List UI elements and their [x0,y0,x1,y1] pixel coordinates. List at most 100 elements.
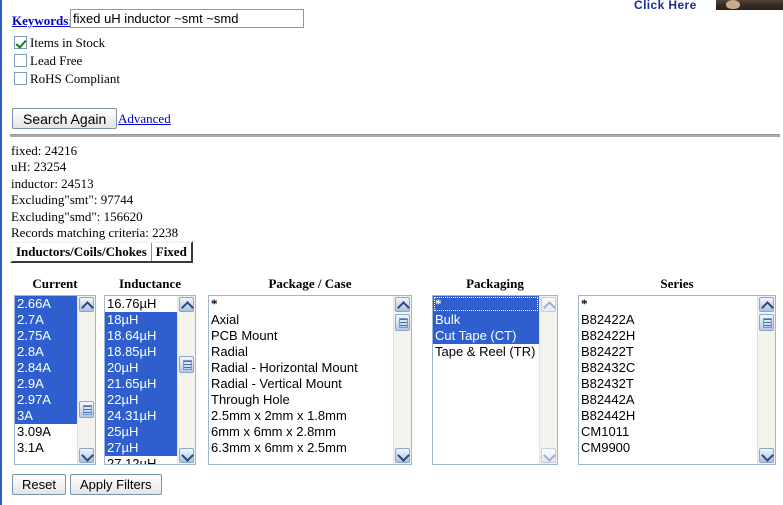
facet-header-package-case: Package / Case [268,276,352,291]
list-item[interactable]: * [209,296,393,312]
list-item[interactable]: Tape & Reel (TR) [433,344,539,360]
list-item[interactable]: 2.5mm x 2mm x 1.8mm [209,408,393,424]
list-item[interactable]: Radial - Horizontal Mount [209,360,393,376]
banner-ad[interactable]: Click Here [612,0,783,10]
list-item[interactable]: 6mm x 6mm x 2.8mm [209,424,393,440]
breadcrumb: Inductors/Coils/Chokes Fixed [10,241,193,263]
list-item[interactable]: Cut Tape (CT) [433,328,539,344]
list-item[interactable]: PCB Mount [209,328,393,344]
list-item[interactable]: Through Hole [209,392,393,408]
scroll-down-icon[interactable] [179,448,194,463]
scrollbar-inductance[interactable] [177,296,195,464]
stat-line: inductor: 24513 [11,175,94,191]
list-item[interactable]: 3.09A [15,424,77,440]
stat-line: fixed: 24216 [11,143,78,158]
facet-header-series: Series [660,276,694,291]
scrollbar-thumb[interactable] [395,314,410,331]
scroll-up-icon[interactable] [541,297,556,312]
advanced-link[interactable]: Advanced [118,111,171,127]
list-item[interactable]: B82442A [579,392,757,408]
banner-ad-text: Click Here [634,0,697,10]
facet-options-package-case[interactable]: * Axial PCB Mount Radial Radial - Horizo… [209,296,393,464]
list-item[interactable]: 20µH [105,360,177,376]
scroll-down-icon[interactable] [759,448,774,463]
scroll-up-icon[interactable] [759,297,774,312]
facet-options-current[interactable]: 2.66A 2.7A 2.75A 2.8A 2.84A 2.9A 2.97A 3… [15,296,77,464]
list-item[interactable]: Radial - Vertical Mount [209,376,393,392]
scrollbar-package-case[interactable] [393,296,411,464]
list-item[interactable]: B82422T [579,344,757,360]
scroll-up-icon[interactable] [179,297,194,312]
scrollbar-thumb[interactable] [79,401,94,418]
checkbox-icon[interactable] [14,36,27,49]
list-item[interactable]: 2.8A [15,344,77,360]
list-item[interactable]: B82432C [579,360,757,376]
checkbox-icon[interactable] [14,54,27,67]
scroll-down-icon[interactable] [541,448,556,463]
option-rohs-compliant[interactable]: RoHS Compliant [14,71,120,87]
facet-options-packaging[interactable]: * Bulk Cut Tape (CT) Tape & Reel (TR) [433,296,539,464]
list-item[interactable]: CM1011 [579,424,757,440]
banner-ad-inner: Click Here [612,0,783,10]
search-input[interactable] [70,9,304,28]
facet-listbox-inductance[interactable]: 16.76µH 18µH 18.64µH 18.85µH 20µH 21.65µ… [104,295,196,465]
scroll-up-icon[interactable] [395,297,410,312]
list-item[interactable]: * [433,296,539,312]
scrollbar-thumb[interactable] [179,356,194,373]
section-divider [10,134,780,137]
option-lead-free[interactable]: Lead Free [14,53,82,69]
facet-options-inductance[interactable]: 16.76µH 18µH 18.64µH 18.85µH 20µH 21.65µ… [105,296,177,464]
scrollbar-series[interactable] [757,296,775,464]
list-item[interactable]: Axial [209,312,393,328]
scrollbar-thumb[interactable] [759,314,774,331]
facet-listbox-series[interactable]: * B82422A B82422H B82422T B82432C B82432… [578,295,776,465]
list-item[interactable]: 3.1A [15,440,77,456]
scroll-down-icon[interactable] [79,448,94,463]
breadcrumb-item-category[interactable]: Inductors/Coils/Chokes [12,243,152,261]
facet-header-packaging: Packaging [466,276,524,291]
list-item[interactable]: 6.3mm x 6mm x 2.5mm [209,440,393,456]
facet-listbox-packaging[interactable]: * Bulk Cut Tape (CT) Tape & Reel (TR) [432,295,558,465]
list-item[interactable]: 2.75A [15,328,77,344]
facet-listbox-package-case[interactable]: * Axial PCB Mount Radial Radial - Horizo… [208,295,412,465]
list-item[interactable]: 27.12µH [105,456,177,464]
list-item[interactable]: 18.85µH [105,344,177,360]
list-item[interactable]: 18.64µH [105,328,177,344]
stat-line: uH: 23254 [11,159,67,175]
list-item[interactable]: Radial [209,344,393,360]
list-item[interactable]: 3A [15,408,77,424]
list-item[interactable]: 2.9A [15,376,77,392]
list-item[interactable]: 27µH [105,440,177,456]
reset-button[interactable]: Reset [12,474,66,495]
list-item[interactable]: B82422A [579,312,757,328]
list-item[interactable]: 18µH [105,312,177,328]
checkbox-icon[interactable] [14,72,27,85]
scroll-down-icon[interactable] [395,448,410,463]
list-item[interactable]: 21.65µH [105,376,177,392]
list-item[interactable]: 2.84A [15,360,77,376]
apply-filters-button[interactable]: Apply Filters [70,474,162,495]
list-item[interactable]: CM9900 [579,440,757,456]
option-items-in-stock[interactable]: Items in Stock [14,35,105,51]
list-item[interactable]: 22µH [105,392,177,408]
list-item[interactable]: 16.76µH [105,296,177,312]
list-item[interactable]: 25µH [105,424,177,440]
scroll-up-icon[interactable] [79,297,94,312]
search-again-button[interactable]: Search Again [12,108,118,129]
scrollbar-packaging[interactable] [539,296,557,464]
facet-options-series[interactable]: * B82422A B82422H B82422T B82432C B82432… [579,296,757,464]
list-item[interactable]: B82442H [579,408,757,424]
option-label: RoHS Compliant [30,71,120,86]
breadcrumb-item-subcategory[interactable]: Fixed [152,243,191,261]
list-item[interactable]: B82432T [579,376,757,392]
scrollbar-current[interactable] [77,296,95,464]
facet-listbox-current[interactable]: 2.66A 2.7A 2.75A 2.8A 2.84A 2.9A 2.97A 3… [14,295,96,465]
list-item[interactable]: 2.66A [15,296,77,312]
facet-header-inductance: Inductance [118,276,182,291]
list-item[interactable]: B82422H [579,328,757,344]
list-item[interactable]: 2.97A [15,392,77,408]
list-item[interactable]: * [579,296,757,312]
list-item[interactable]: 2.7A [15,312,77,328]
list-item[interactable]: Bulk [433,312,539,328]
list-item[interactable]: 24.31µH [105,408,177,424]
